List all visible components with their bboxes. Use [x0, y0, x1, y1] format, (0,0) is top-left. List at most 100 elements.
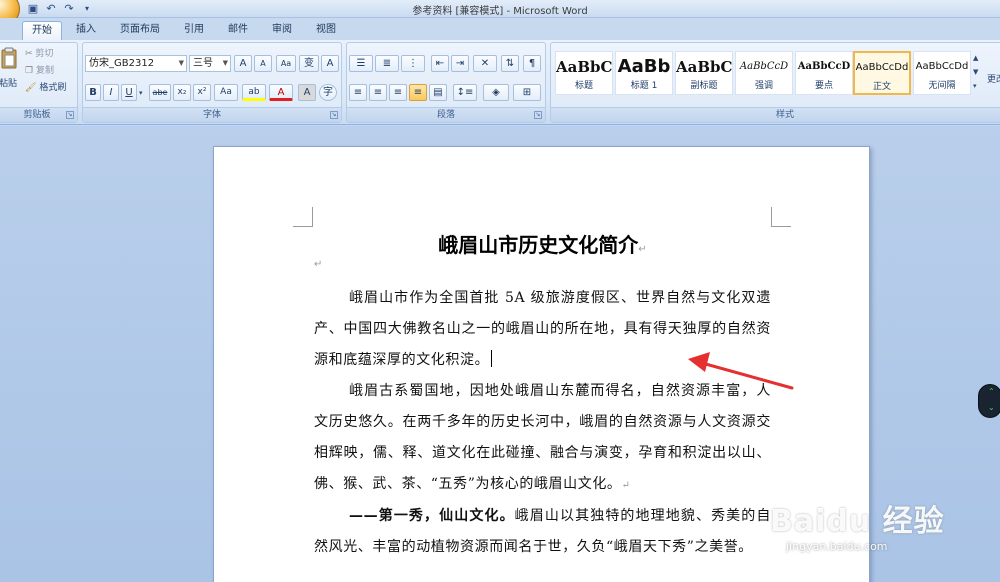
increase-indent-button[interactable]: ⇥: [451, 55, 469, 72]
styles-scroll-up-icon[interactable]: ▲: [973, 51, 983, 65]
paragraph-group-label: 段落: [347, 107, 545, 122]
chevron-down-icon: ▼: [178, 59, 184, 67]
change-case-button[interactable]: Aa: [214, 84, 238, 101]
align-center-button[interactable]: ≡: [369, 84, 387, 101]
font-name-select[interactable]: 仿宋_GB2312 ▼: [85, 55, 187, 72]
borders-button[interactable]: ⊞: [513, 84, 541, 101]
copy-button[interactable]: ❐ 复制: [25, 64, 54, 78]
paragraph-shading-button[interactable]: ◈: [483, 84, 509, 101]
tab-review[interactable]: 审阅: [262, 21, 302, 40]
style-sample: AaBbC: [556, 58, 612, 76]
copy-label: 复制: [35, 66, 54, 76]
clipboard-launcher-icon[interactable]: ↘: [66, 111, 74, 119]
font-size-select[interactable]: 三号 ▼: [189, 55, 231, 72]
styles-more-icon[interactable]: ▾: [973, 79, 983, 93]
style-sample: AaBbC: [676, 58, 732, 76]
font-launcher-icon[interactable]: ↘: [330, 111, 338, 119]
style-name: 要点: [814, 81, 833, 91]
style-normal[interactable]: AaBbCcDd 正文: [853, 51, 911, 95]
style-name: 无间隔: [928, 81, 956, 91]
underline-button[interactable]: U: [121, 84, 137, 101]
pilcrow-icon: ¶: [528, 58, 536, 69]
line-spacing-button[interactable]: ↕≡: [453, 84, 477, 101]
justify-icon: ≡: [413, 87, 423, 98]
superscript-button[interactable]: x²: [193, 84, 211, 101]
align-left-button[interactable]: ≡: [349, 84, 367, 101]
show-marks-button[interactable]: ¶: [523, 55, 541, 72]
align-center-icon: ≡: [373, 87, 383, 98]
chinese-layout-icon: ✕: [480, 58, 490, 69]
align-right-button[interactable]: ≡: [389, 84, 407, 101]
style-sample: AaBb: [617, 56, 671, 77]
grow-font-button[interactable]: A: [234, 55, 252, 72]
font-size-value: 三号: [193, 58, 213, 69]
styles-scroll-down-icon[interactable]: ▼: [973, 65, 983, 79]
paragraph-launcher-icon[interactable]: ↘: [534, 111, 542, 119]
distributed-icon: ▤: [433, 87, 443, 98]
tab-view[interactable]: 视图: [306, 21, 346, 40]
distributed-button[interactable]: ▤: [429, 84, 447, 101]
bullets-button[interactable]: ☰: [349, 55, 373, 72]
strikethrough-button[interactable]: abe: [149, 84, 171, 101]
change-styles-button[interactable]: 更改: [987, 73, 1000, 87]
style-strong[interactable]: AaBbCcD 要点: [795, 51, 853, 95]
ribbon: 粘贴 ✂ 剪切 ❐ 复制 🖌 格式刷 剪贴板 ↘ 仿宋_GB2312 ▼ 三号 …: [0, 40, 1000, 125]
clipboard-icon: [1, 47, 17, 69]
cut-button[interactable]: ✂ 剪切: [25, 47, 53, 61]
copy-icon: ❐: [25, 66, 34, 76]
border-grid-icon: ⊞: [522, 87, 532, 98]
subscript-button[interactable]: x₂: [173, 84, 191, 101]
ribbon-tabs: 开始 插入 页面布局 引用 邮件 审阅 视图: [0, 18, 1000, 40]
chinese-layout-button[interactable]: ✕: [473, 55, 497, 72]
multilevel-list-icon: ⋮: [408, 58, 418, 69]
widget-down-icon: ⌄: [988, 403, 995, 412]
window-title: 参考资料 [兼容模式] - Microsoft Word: [412, 6, 588, 17]
bullet-list-icon: ☰: [356, 58, 366, 69]
paint-bucket-icon: ◈: [492, 87, 500, 98]
styles-group: AaBbC 标题 AaBb 标题 1 AaBbC 副标题 AaBbCcD 强调 …: [550, 42, 1000, 123]
chevron-down-icon: ▼: [222, 59, 228, 67]
styles-group-label: 样式: [551, 107, 1000, 122]
paste-label[interactable]: 粘贴: [0, 77, 17, 91]
justify-button[interactable]: ≡: [409, 84, 427, 101]
align-right-icon: ≡: [393, 87, 403, 98]
watermark-brand: Baidu 经验: [770, 504, 945, 539]
multilevel-list-button[interactable]: ⋮: [401, 55, 425, 72]
paintbrush-icon: 🖌: [25, 83, 37, 93]
character-shading-button[interactable]: A: [298, 84, 316, 101]
sort-icon: ⇅: [505, 58, 515, 69]
tab-page-layout[interactable]: 页面布局: [110, 21, 170, 40]
format-painter-button[interactable]: 🖌 格式刷: [25, 81, 66, 95]
clear-format-button[interactable]: Aa: [276, 55, 296, 72]
numbering-button[interactable]: ≣: [375, 55, 399, 72]
sort-button[interactable]: ⇅: [501, 55, 519, 72]
tab-home[interactable]: 开始: [22, 21, 62, 40]
font-group-label: 字体: [83, 107, 341, 122]
highlight-button[interactable]: ab: [242, 84, 266, 101]
style-no-spacing[interactable]: AaBbCcDd 无间隔: [913, 51, 971, 95]
style-subtitle[interactable]: AaBbC 副标题: [675, 51, 733, 95]
tab-mailings[interactable]: 邮件: [218, 21, 258, 40]
font-color-button[interactable]: A: [269, 84, 293, 101]
font-name-value: 仿宋_GB2312: [89, 58, 155, 69]
clipboard-group: 粘贴 ✂ 剪切 ❐ 复制 🖌 格式刷 剪贴板 ↘: [0, 42, 78, 123]
scissors-icon: ✂: [25, 49, 33, 59]
style-heading-1[interactable]: AaBb 标题 1: [615, 51, 673, 95]
style-emphasis[interactable]: AaBbCcD 强调: [735, 51, 793, 95]
italic-button[interactable]: I: [103, 84, 119, 101]
enclose-character-button[interactable]: 字: [319, 84, 337, 101]
tab-insert[interactable]: 插入: [66, 21, 106, 40]
style-title[interactable]: AaBbC 标题: [555, 51, 613, 95]
style-name: 标题: [574, 81, 593, 91]
shrink-font-button[interactable]: A: [254, 55, 272, 72]
style-sample: AaBbCcD: [739, 61, 789, 72]
chevron-down-icon[interactable]: ▾: [139, 86, 143, 100]
character-border-button[interactable]: A: [321, 55, 339, 72]
style-sample: AaBbCcDd: [915, 61, 969, 72]
decrease-indent-button[interactable]: ⇤: [431, 55, 449, 72]
align-left-icon: ≡: [353, 87, 363, 98]
phonetic-guide-button[interactable]: 变: [299, 55, 319, 72]
floating-widget[interactable]: ⌃ ⌄: [978, 384, 1000, 418]
bold-button[interactable]: B: [85, 84, 101, 101]
tab-references[interactable]: 引用: [174, 21, 214, 40]
